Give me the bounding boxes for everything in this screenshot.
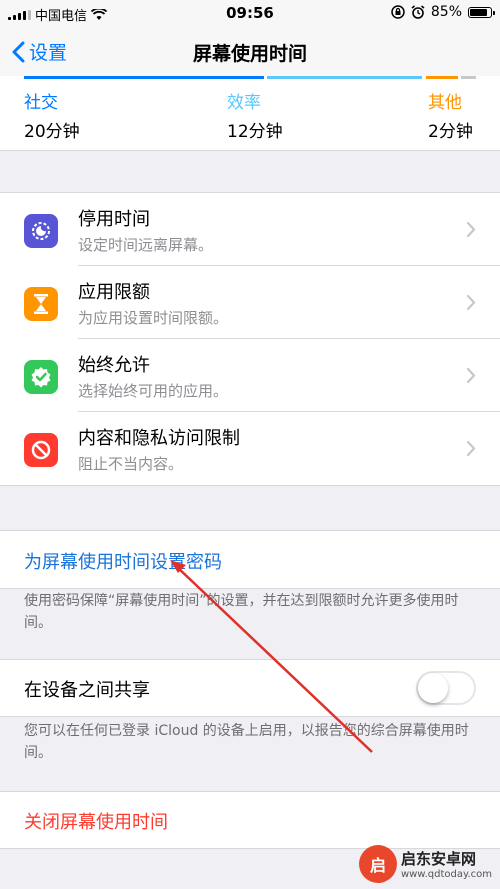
status-right: 85%: [391, 4, 495, 20]
share-toggle[interactable]: [416, 671, 476, 705]
settings-list: 停用时间 设定时间远离屏幕。 应用限额 为应用设置时间限额。 始终允许 选择始终…: [0, 192, 500, 486]
share-label: 在设备之间共享: [24, 680, 150, 701]
battery-icon: [468, 6, 495, 18]
usage-category-social: 社交 20分钟: [24, 88, 80, 142]
downtime-icon: [24, 214, 58, 248]
hourglass-icon: [24, 287, 58, 321]
settings-row-always-allowed[interactable]: 始终允许 选择始终可用的应用。: [0, 339, 500, 412]
status-bar: 中国电信 09:56 85%: [0, 0, 500, 26]
turn-off-screen-time-button[interactable]: 关闭屏幕使用时间: [0, 791, 500, 849]
watermark-text: 启东安卓网 www.qdtoday.com: [401, 848, 492, 880]
watermark-name: 启东安卓网: [400, 850, 476, 868]
category-name: 其他: [428, 93, 462, 113]
settings-row-downtime[interactable]: 停用时间 设定时间远离屏幕。: [0, 193, 500, 266]
usage-category-other: 其他 2分钟: [428, 88, 473, 142]
watermark-url: www.qdtoday.com: [400, 869, 492, 880]
category-name: 社交: [24, 93, 58, 113]
page-title: 屏幕使用时间: [192, 43, 307, 65]
share-across-devices-row: 在设备之间共享: [0, 659, 500, 717]
row-subtitle: 为应用设置时间限额。: [78, 309, 229, 327]
turn-off-label: 关闭屏幕使用时间: [24, 812, 168, 833]
watermark-logo: 启 启东安卓网 www.qdtoday.com: [358, 845, 492, 883]
row-title: 始终允许: [78, 355, 150, 376]
chevron-right-icon: [466, 367, 476, 384]
chevron-right-icon: [466, 221, 476, 238]
category-value: 20分钟: [24, 122, 80, 142]
category-value: 12分钟: [227, 122, 283, 142]
navigation-bar: 设置 屏幕使用时间: [0, 26, 500, 76]
usage-category-productivity: 效率 12分钟: [227, 88, 283, 142]
usage-summary[interactable]: 社交 20分钟 效率 12分钟 其他 2分钟: [0, 76, 500, 151]
row-subtitle: 设定时间远离屏幕。: [78, 236, 214, 254]
passcode-note: 使用密码保障“屏幕使用时间”的设置，并在达到限额时允许更多使用时间。: [24, 593, 459, 631]
row-title: 应用限额: [78, 282, 150, 303]
usage-bar-productivity: [267, 76, 422, 79]
settings-row-app-limits[interactable]: 应用限额 为应用设置时间限额。: [0, 266, 500, 339]
category-value: 2分钟: [428, 122, 473, 142]
row-title: 停用时间: [78, 209, 150, 230]
usage-bar-remainder: [461, 76, 476, 79]
restriction-icon: [24, 433, 58, 467]
set-passcode-label: 为屏幕使用时间设置密码: [24, 552, 222, 573]
rotation-lock-icon: [391, 5, 405, 19]
checkmark-badge-icon: [24, 360, 58, 394]
row-title: 内容和隐私访问限制: [78, 428, 240, 449]
row-subtitle: 阻止不当内容。: [78, 455, 184, 473]
share-note: 您可以在任何已登录 iCloud 的设备上启用，以报告您的综合屏幕使用时间。: [24, 723, 469, 761]
battery-percent: 85%: [430, 4, 462, 20]
alarm-icon: [411, 5, 425, 19]
chevron-right-icon: [466, 440, 476, 457]
usage-bar-other: [426, 76, 458, 79]
category-name: 效率: [227, 93, 261, 113]
settings-row-content-privacy[interactable]: 内容和隐私访问限制 阻止不当内容。: [0, 412, 500, 485]
set-passcode-button[interactable]: 为屏幕使用时间设置密码: [0, 530, 500, 589]
watermark-badge: 启: [358, 845, 397, 883]
toggle-knob: [418, 673, 448, 703]
row-subtitle: 选择始终可用的应用。: [78, 382, 229, 400]
chevron-right-icon: [466, 294, 476, 311]
usage-bar-social: [24, 76, 264, 79]
